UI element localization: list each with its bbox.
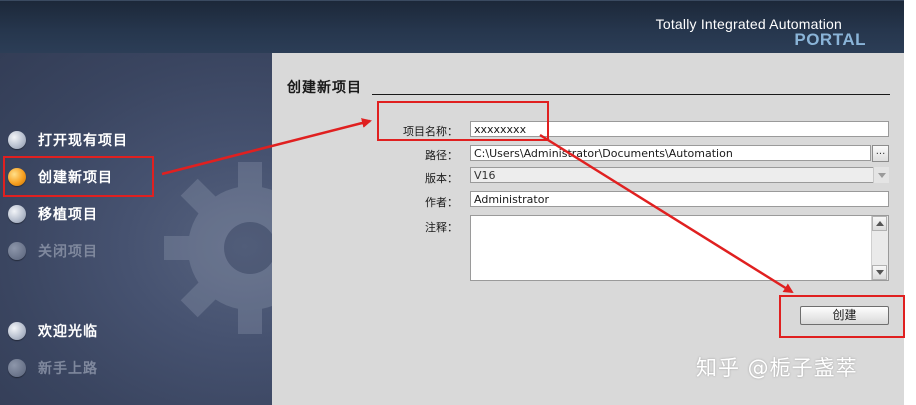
nav-bullet-disabled-icon [8, 359, 26, 377]
author-input[interactable]: Administrator [470, 191, 889, 207]
comment-label: 注释： [425, 221, 458, 234]
nav-label: 移植项目 [38, 207, 98, 223]
comment-scrollbar[interactable] [871, 216, 888, 280]
annotation-box-name [377, 101, 549, 141]
path-input[interactable]: C:\Users\Administrator\Documents\Automat… [470, 145, 871, 161]
version-label: 版本： [425, 172, 458, 185]
brand-portal: PORTAL [794, 30, 866, 49]
annotation-box-nav [3, 156, 154, 197]
nav-bullet-icon [8, 322, 26, 340]
nav-first-steps: 新手上路 [8, 356, 98, 380]
portal-nav-panel: 打开现有项目 创建新项目 移植项目 关闭项目 欢迎光临 新手上路 [0, 53, 272, 405]
path-label: 路径： [425, 149, 458, 162]
nav-label: 关闭项目 [38, 244, 98, 260]
header-bar: Totally Integrated Automation PORTAL [0, 0, 904, 54]
browse-button[interactable]: ... [872, 145, 889, 162]
nav-bullet-icon [8, 131, 26, 149]
nav-bullet-disabled-icon [8, 242, 26, 260]
version-select[interactable]: V16 [470, 167, 889, 183]
chevron-down-icon[interactable] [873, 167, 889, 183]
gear-icon [164, 162, 272, 334]
window-edge [904, 0, 916, 405]
nav-open-existing-project[interactable]: 打开现有项目 [8, 128, 128, 152]
title-divider [372, 94, 890, 95]
author-label: 作者： [425, 196, 458, 209]
tia-portal-window: Totally Integrated Automation PORTAL 打开现… [0, 0, 916, 405]
annotation-box-create [779, 295, 905, 338]
nav-label: 欢迎光临 [38, 324, 98, 340]
comment-textarea[interactable] [470, 215, 889, 281]
nav-label: 新手上路 [38, 361, 98, 377]
nav-label: 打开现有项目 [38, 133, 128, 149]
section-title: 创建新项目 [287, 77, 368, 97]
nav-migrate-project[interactable]: 移植项目 [8, 202, 98, 226]
scroll-down-icon[interactable] [872, 265, 887, 280]
nav-close-project: 关闭项目 [8, 239, 98, 263]
nav-welcome[interactable]: 欢迎光临 [8, 319, 98, 343]
scroll-up-icon[interactable] [872, 216, 887, 231]
watermark: 知乎 @栀子盏萃 [696, 356, 858, 380]
nav-bullet-icon [8, 205, 26, 223]
